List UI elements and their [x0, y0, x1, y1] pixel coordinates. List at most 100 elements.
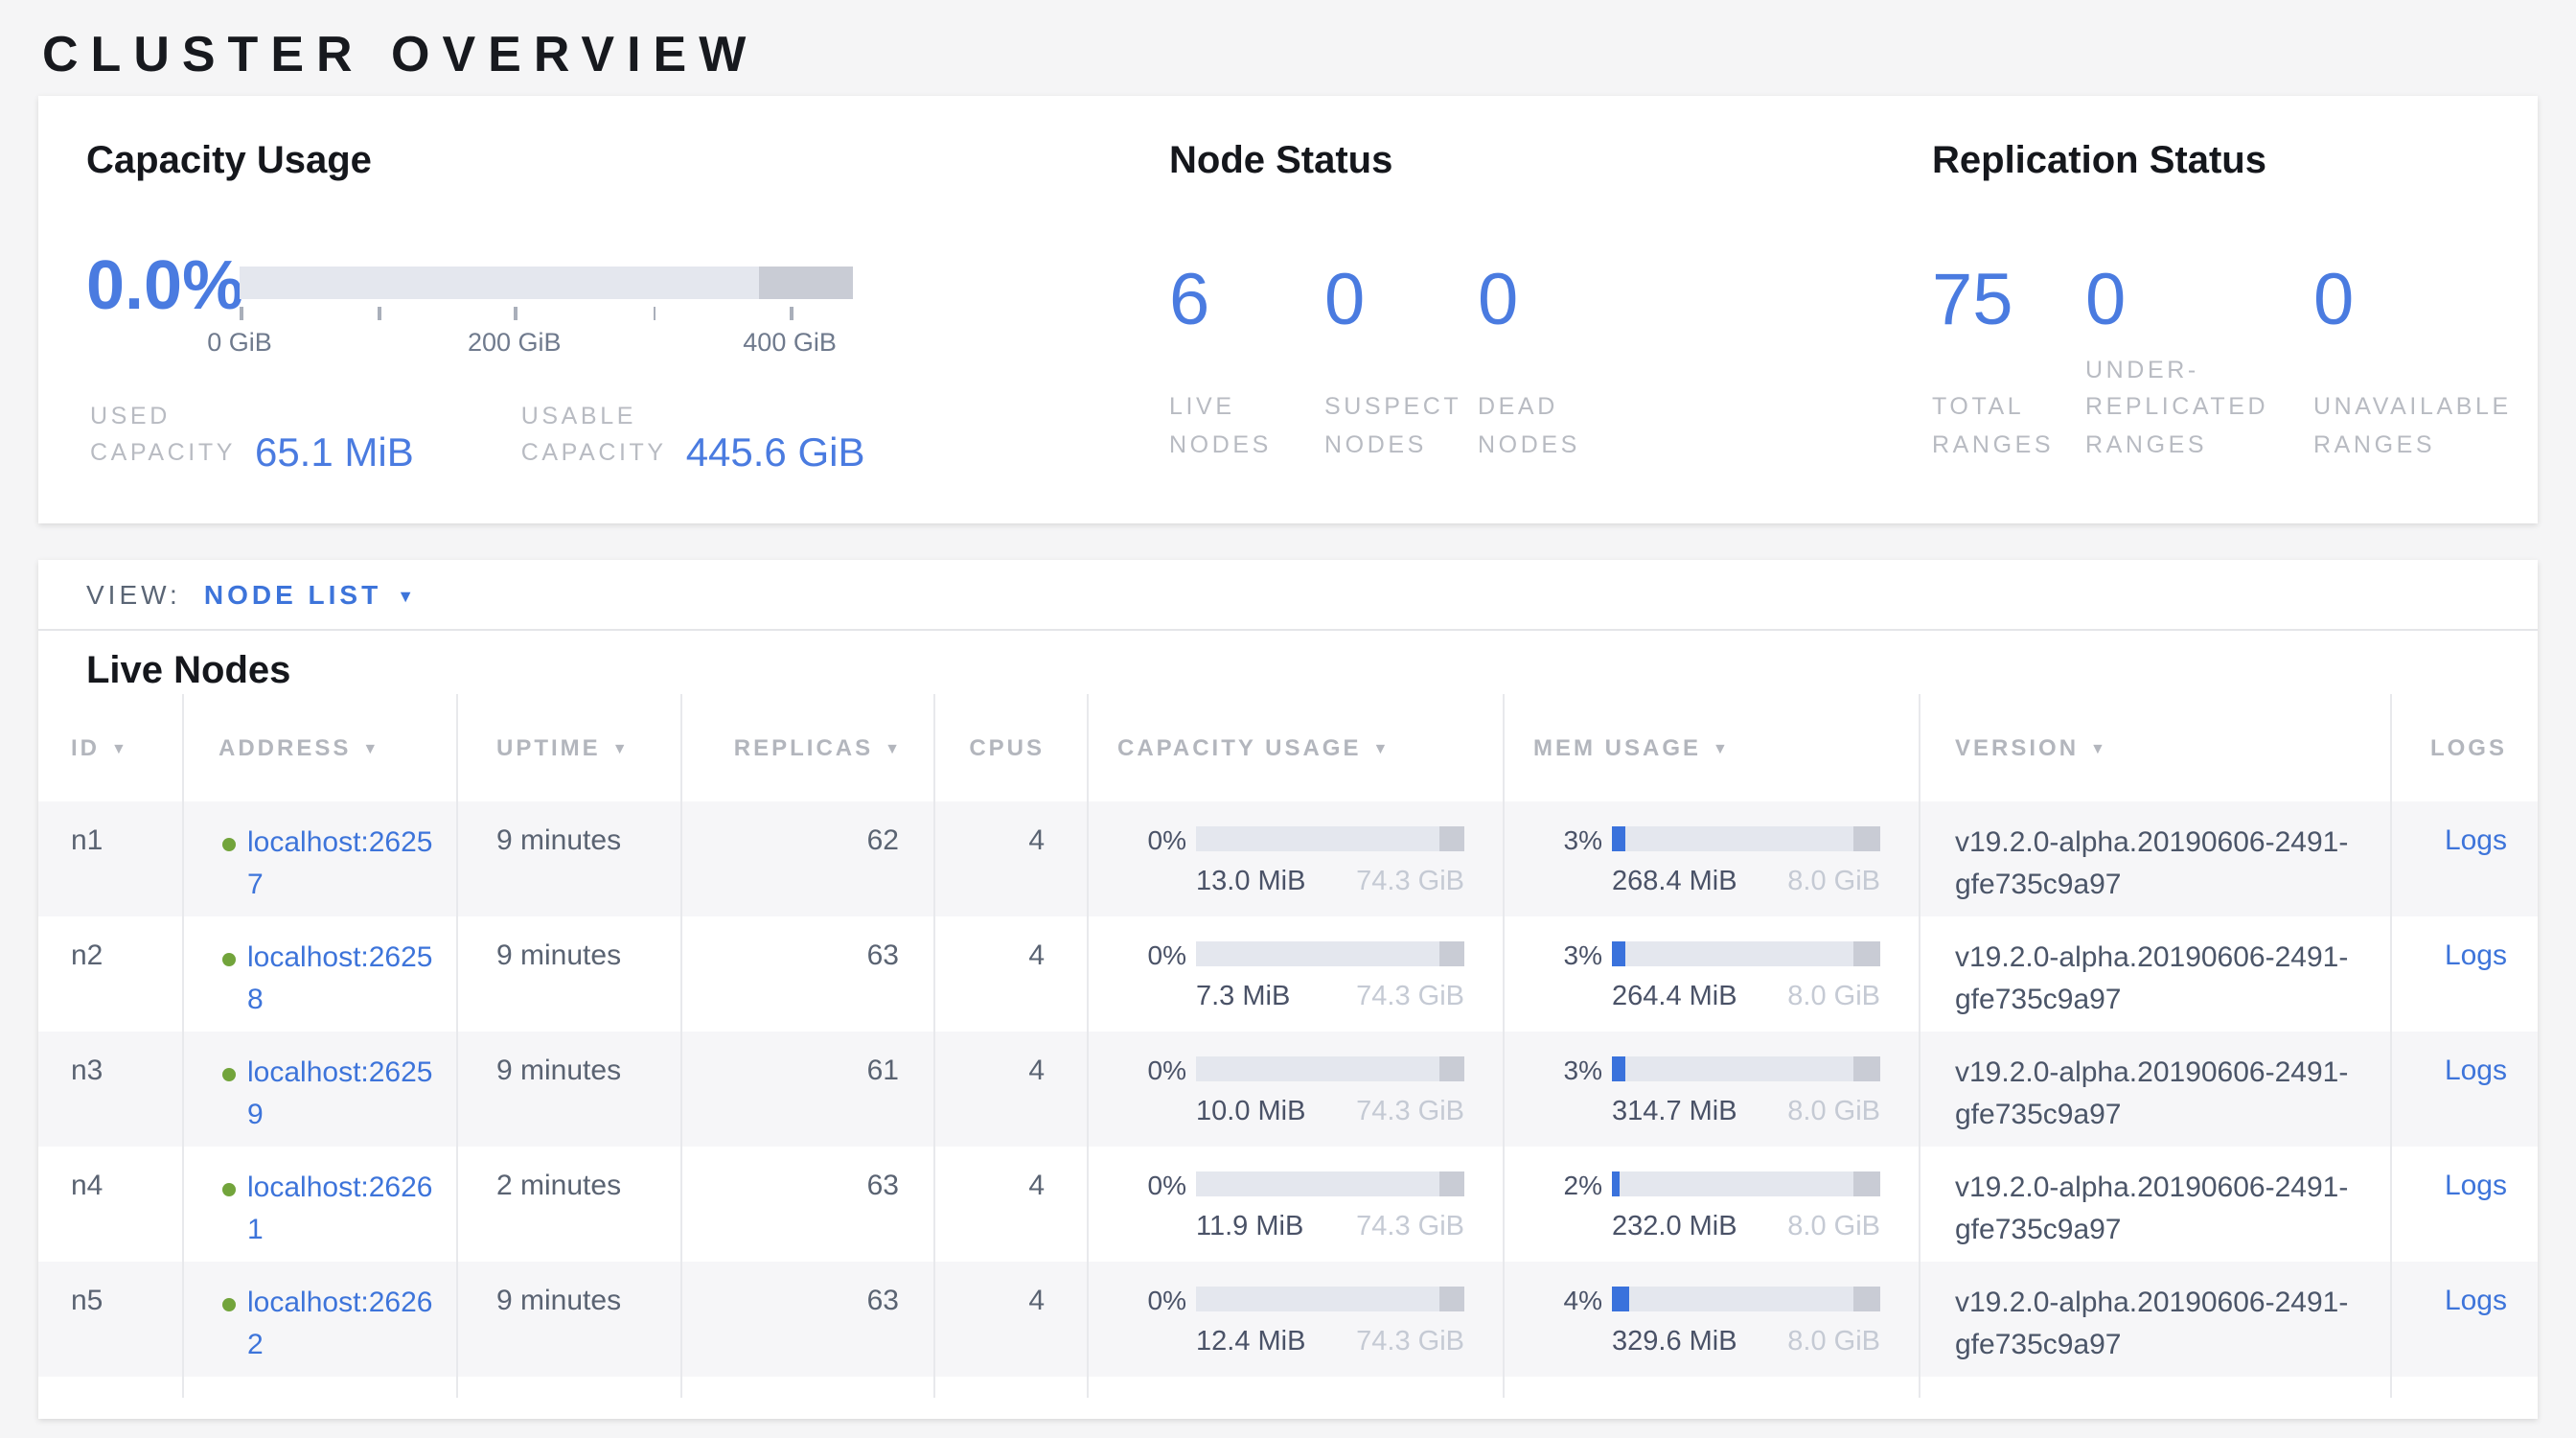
- page-title: CLUSTER OVERVIEW: [42, 25, 758, 84]
- logs-link[interactable]: Logs: [2445, 824, 2507, 857]
- replication-status-title: Replication Status: [1932, 142, 2526, 180]
- capacity-percent: 0%: [1117, 939, 1186, 969]
- node-version: v19.2.0-alpha.20190606-2491-gfe735c9a97: [1955, 1283, 2361, 1367]
- column-header-cpus: CPUS: [933, 694, 1087, 801]
- logs-link[interactable]: Logs: [2445, 1285, 2507, 1317]
- node-uptime: 2 minutes: [456, 1147, 680, 1262]
- view-dropdown-value[interactable]: NODE LIST: [204, 579, 381, 610]
- axis-tick: [378, 307, 380, 320]
- logs-cell: Logs: [2390, 1147, 2538, 1262]
- table-row: n4 localhost:26261 2 minutes 63 4 0% 11.…: [38, 1147, 2538, 1262]
- node-version-cell: v19.2.0-alpha.20190606-2491-gfe735c9a97: [1919, 1262, 2390, 1377]
- live-status-icon: [222, 1183, 236, 1196]
- column-header-uptime[interactable]: UPTIME▼: [456, 694, 680, 801]
- live-nodes-count: 6: [1169, 265, 1324, 337]
- mem-used-value: 232.0 MiB: [1612, 1212, 1737, 1242]
- node-address-link[interactable]: localhost:26261: [247, 1168, 435, 1262]
- capacity-usage-section: Capacity Usage 0.0% 0 GiB 200 GiB 400 Gi…: [86, 142, 1131, 180]
- column-header-capacity-usage[interactable]: CAPACITY USAGE▼: [1087, 694, 1503, 801]
- column-header-address[interactable]: ADDRESS▼: [182, 694, 456, 801]
- mem-usage-cell: 3% 314.7 MiB 8.0 GiB: [1503, 1032, 1919, 1147]
- node-replicas: 63: [680, 1147, 933, 1262]
- under-replicated-count: 0: [2085, 265, 2313, 337]
- mem-usage-bar: [1612, 1056, 1880, 1081]
- capacity-bar-axis: 0 GiB 200 GiB 400 GiB: [240, 299, 853, 376]
- capacity-total-value: 74.3 GiB: [1356, 1327, 1464, 1357]
- column-header-mem-usage[interactable]: MEM USAGE▼: [1503, 694, 1919, 801]
- node-version-cell: v19.2.0-alpha.20190606-2491-gfe735c9a97: [1919, 801, 2390, 916]
- sort-icon: ▼: [885, 739, 903, 756]
- dead-nodes-stat: 0 DEAD NODES: [1478, 265, 1580, 464]
- mem-usage-bar: [1612, 941, 1880, 966]
- column-header-id[interactable]: ID▼: [38, 694, 182, 801]
- live-nodes-label: LIVE NODES: [1169, 390, 1324, 465]
- node-address-cell: localhost:26261: [182, 1147, 456, 1262]
- under-replicated-ranges-stat: 0 UNDER- REPLICATED RANGES: [2085, 265, 2313, 464]
- node-cpus: 4: [933, 1032, 1087, 1147]
- live-status-icon: [222, 953, 236, 966]
- view-dropdown[interactable]: NODE LIST ▼: [204, 579, 414, 610]
- mem-percent: 3%: [1533, 939, 1602, 969]
- capacity-bar: [240, 267, 853, 299]
- table-header-row: ID▼ ADDRESS▼ UPTIME▼ REPLICAS▼ CPUS CAPA…: [38, 694, 2538, 801]
- capacity-total-value: 74.3 GiB: [1356, 867, 1464, 897]
- capacity-usage-bar: [1196, 1171, 1464, 1196]
- node-status-section: Node Status 6 LIVE NODES 0 SUSPECT NODES…: [1169, 142, 1898, 180]
- capacity-usage-cell: 0% 12.4 MiB 74.3 GiB: [1087, 1262, 1503, 1377]
- table-row: n2 localhost:26258 9 minutes 63 4 0% 7.3…: [38, 916, 2538, 1032]
- logs-cell: Logs: [2390, 801, 2538, 916]
- column-header-version[interactable]: VERSION▼: [1919, 694, 2390, 801]
- node-version: v19.2.0-alpha.20190606-2491-gfe735c9a97: [1955, 1053, 2361, 1137]
- node-address-link[interactable]: localhost:26262: [247, 1283, 435, 1377]
- column-header-logs: LOGS: [2390, 694, 2538, 801]
- capacity-percent: 0%: [1117, 1284, 1186, 1314]
- mem-percent: 3%: [1533, 1054, 1602, 1084]
- node-address-link[interactable]: localhost:26259: [247, 1053, 435, 1147]
- column-header-replicas[interactable]: REPLICAS▼: [680, 694, 933, 801]
- sort-icon: ▼: [2090, 739, 2108, 756]
- mem-percent: 3%: [1533, 823, 1602, 854]
- mem-total-value: 8.0 GiB: [1787, 867, 1880, 897]
- total-ranges-label: TOTAL RANGES: [1932, 390, 2085, 465]
- node-address-link[interactable]: localhost:26257: [247, 823, 435, 916]
- mem-total-value: 8.0 GiB: [1787, 982, 1880, 1012]
- node-cpus: 4: [933, 1147, 1087, 1262]
- capacity-bar-dark-segment: [759, 267, 853, 299]
- logs-link[interactable]: Logs: [2445, 939, 2507, 972]
- node-uptime: 9 minutes: [456, 1032, 680, 1147]
- logs-link[interactable]: Logs: [2445, 1055, 2507, 1087]
- node-address-cell: localhost:26258: [182, 916, 456, 1032]
- axis-tick: [653, 307, 656, 320]
- mem-percent: 4%: [1533, 1284, 1602, 1314]
- node-address-cell: localhost:26259: [182, 1032, 456, 1147]
- capacity-usage-bar: [1196, 1056, 1464, 1081]
- mem-used-value: 314.7 MiB: [1612, 1097, 1737, 1127]
- unavailable-ranges-count: 0: [2313, 265, 2512, 337]
- node-cpus: 4: [933, 916, 1087, 1032]
- view-bar: VIEW: NODE LIST ▼: [38, 560, 2538, 631]
- logs-cell: Logs: [2390, 916, 2538, 1032]
- capacity-usage-cell: 0% 7.3 MiB74.3 GiB: [1087, 916, 1503, 1032]
- used-capacity-stat: USED CAPACITY 65.1 MiB: [90, 399, 414, 474]
- mem-total-value: 8.0 GiB: [1787, 1097, 1880, 1127]
- logs-link[interactable]: Logs: [2445, 1170, 2507, 1202]
- mem-usage-cell: 2% 232.0 MiB8.0 GiB: [1503, 1147, 1919, 1262]
- mem-percent: 2%: [1533, 1169, 1602, 1199]
- suspect-nodes-stat: 0 SUSPECT NODES: [1324, 265, 1478, 464]
- live-status-icon: [222, 1298, 236, 1311]
- node-address-link[interactable]: localhost:26258: [247, 938, 435, 1032]
- axis-tick-label: 0 GiB: [207, 328, 272, 357]
- usable-capacity-value: 445.6 GiB: [686, 431, 865, 477]
- mem-total-value: 8.0 GiB: [1787, 1327, 1880, 1357]
- node-uptime: 9 minutes: [456, 916, 680, 1032]
- unavailable-ranges-label: UNAVAILABLE RANGES: [2313, 390, 2512, 465]
- table-row: n1 localhost:26257 9 minutes 62 4 0% 13.…: [38, 801, 2538, 916]
- logs-cell: Logs: [2390, 1262, 2538, 1377]
- capacity-total-value: 74.3 GiB: [1356, 1212, 1464, 1242]
- view-label: VIEW:: [86, 579, 181, 610]
- cluster-overview-page: CLUSTER OVERVIEW Capacity Usage 0.0% 0 G…: [0, 0, 2576, 1438]
- usable-capacity-label: USABLE CAPACITY: [521, 399, 667, 474]
- mem-used-value: 264.4 MiB: [1612, 982, 1737, 1012]
- capacity-used-value: 11.9 MiB: [1196, 1212, 1303, 1242]
- capacity-used-value: 12.4 MiB: [1196, 1327, 1305, 1357]
